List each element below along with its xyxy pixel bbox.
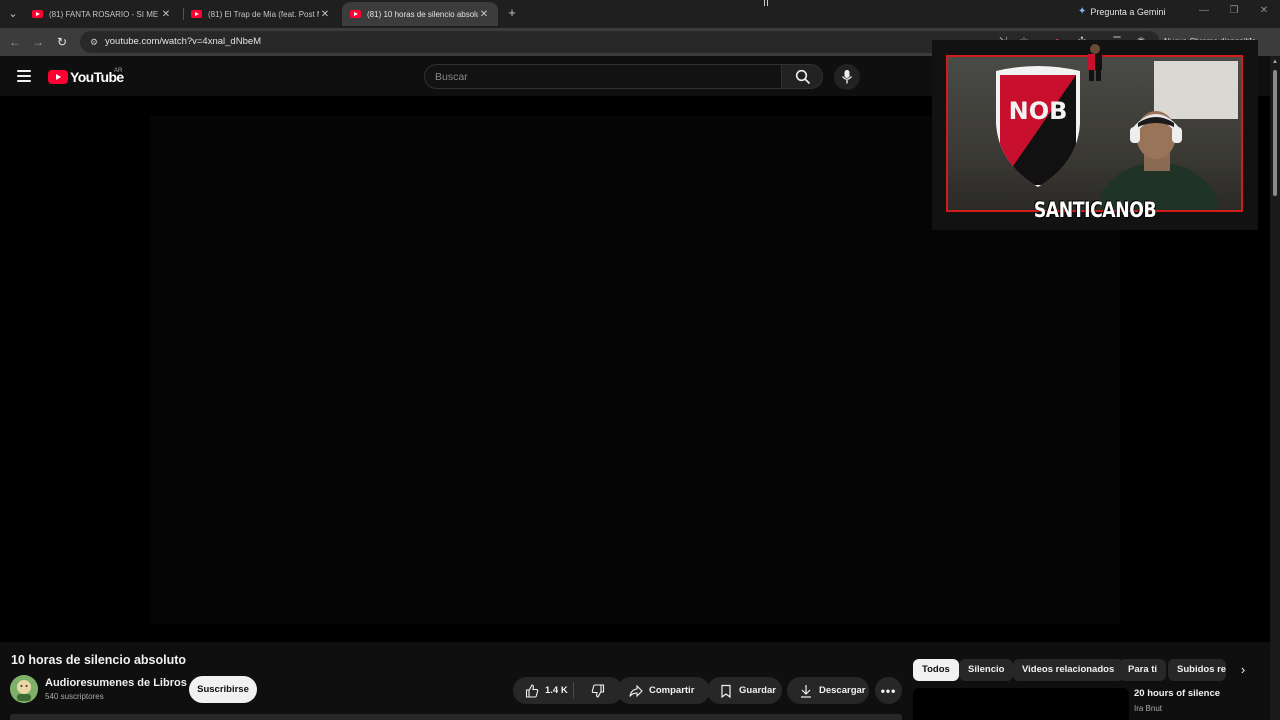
download-button[interactable]: Descargar xyxy=(787,677,869,704)
share-label: Compartir xyxy=(649,685,695,696)
youtube-favicon-icon xyxy=(350,10,361,18)
share-arrow-icon xyxy=(629,684,643,698)
nob-shield-logo: NOB xyxy=(996,66,1080,187)
recommendation-channel[interactable]: Ira Bnut xyxy=(1134,704,1162,713)
like-dislike-group: 1.4 K xyxy=(513,677,623,704)
site-info-icon[interactable]: ⚙ xyxy=(88,36,100,48)
maximize-icon[interactable]: ❐ xyxy=(1224,5,1244,16)
download-icon xyxy=(799,684,813,698)
chip-para-ti[interactable]: Para ti xyxy=(1119,659,1167,681)
channel-avatar[interactable] xyxy=(10,675,38,703)
chip-videos-relacionados[interactable]: Videos relacionados xyxy=(1013,659,1124,681)
subscribe-button[interactable]: Suscribirse xyxy=(189,676,257,703)
forward-icon[interactable]: → xyxy=(30,34,46,50)
new-tab-icon[interactable]: + xyxy=(504,5,520,21)
video-title: 10 horas de silencio absoluto xyxy=(11,653,187,667)
browser-tab-3-active[interactable]: (81) 10 horas de silencio absolu ✕ xyxy=(342,2,498,26)
search-input[interactable]: Buscar xyxy=(424,64,782,89)
youtube-favicon-icon xyxy=(191,10,202,18)
microphone-icon xyxy=(841,70,853,84)
channel-name[interactable]: Audioresumenes de Libros xyxy=(45,677,187,689)
thumbs-up-icon xyxy=(525,683,539,698)
reload-icon[interactable]: ↻ xyxy=(54,34,70,50)
like-button[interactable] xyxy=(525,683,539,698)
close-window-icon[interactable]: ✕ xyxy=(1254,5,1274,16)
minimize-icon[interactable]: — xyxy=(1194,5,1214,16)
thumbs-down-icon xyxy=(591,683,604,698)
streamer-name: SANTICANOB xyxy=(1033,198,1157,222)
webcam-overlay: NOB SANTICANOB xyxy=(932,40,1258,230)
hamburger-menu-icon[interactable] xyxy=(17,70,31,82)
download-label: Descargar xyxy=(819,685,866,696)
recommendation-thumbnail[interactable] xyxy=(913,688,1129,720)
channel-avatar-icon xyxy=(10,675,38,703)
chip-silencio[interactable]: Silencio xyxy=(959,659,1014,681)
tab-title: (81) FANTA ROSARIO - SI ME H xyxy=(49,9,160,19)
chevron-right-icon[interactable]: › xyxy=(1234,661,1252,679)
chip-todos[interactable]: Todos xyxy=(913,659,959,681)
shield-text: NOB xyxy=(1009,97,1068,125)
text-cursor-icon xyxy=(764,0,768,6)
page-scrollbar[interactable]: ▲ xyxy=(1270,56,1280,720)
gemini-sparkle-icon: ✦ xyxy=(1078,6,1087,17)
youtube-favicon-icon xyxy=(32,10,43,18)
youtube-play-icon xyxy=(48,70,68,84)
tab-title: (81) El Trap de Mia (feat. Post M xyxy=(208,9,319,19)
like-count[interactable]: 1.4 K xyxy=(545,685,568,696)
scroll-up-icon[interactable]: ▲ xyxy=(1272,59,1278,65)
browser-tab-1[interactable]: (81) FANTA ROSARIO - SI ME H ✕ xyxy=(24,2,180,26)
search-button[interactable] xyxy=(781,64,823,89)
search-icon xyxy=(795,69,811,85)
dislike-button[interactable] xyxy=(591,683,605,698)
like-divider xyxy=(573,682,574,699)
scrollbar-thumb[interactable] xyxy=(1273,70,1277,196)
description-box-edge xyxy=(10,714,902,720)
search-placeholder: Buscar xyxy=(435,71,468,83)
save-button[interactable]: Guardar xyxy=(707,677,782,704)
more-horizontal-icon: ••• xyxy=(880,683,897,698)
player-sticker-image xyxy=(1088,44,1102,81)
tab-close-icon[interactable]: ✕ xyxy=(319,9,331,20)
tab-close-icon[interactable]: ✕ xyxy=(478,9,490,20)
voice-search-button[interactable] xyxy=(834,64,860,90)
url-text: youtube.com/watch?v=4xnal_dNbeM xyxy=(105,36,262,47)
share-button[interactable]: Compartir xyxy=(617,677,710,704)
streamer-webcam-image xyxy=(1098,111,1218,210)
back-icon[interactable]: ← xyxy=(7,34,23,50)
bookmark-icon xyxy=(719,684,733,698)
more-actions-button[interactable]: ••• xyxy=(875,677,902,704)
browser-tab-2[interactable]: (81) El Trap de Mia (feat. Post M ✕ xyxy=(183,2,339,26)
region-code: AR xyxy=(114,68,123,74)
tab-title: (81) 10 horas de silencio absolu xyxy=(367,9,478,19)
chip-subidos-recientemente[interactable]: Subidos re xyxy=(1168,659,1226,681)
save-label: Guardar xyxy=(739,685,776,696)
tab-search-icon[interactable]: ⌄ xyxy=(4,6,22,22)
youtube-logo[interactable]: YouTube xyxy=(48,69,124,85)
gemini-label: Pregunta a Gemini xyxy=(1090,6,1166,17)
recommendation-title[interactable]: 20 hours of silence xyxy=(1134,688,1220,699)
subscriber-count: 540 suscriptores xyxy=(45,692,104,701)
gemini-button[interactable]: ✦ Pregunta a Gemini xyxy=(1078,6,1165,17)
browser-tab-strip: ⌄ (81) FANTA ROSARIO - SI ME H ✕ (81) El… xyxy=(0,0,1280,28)
tab-close-icon[interactable]: ✕ xyxy=(160,9,172,20)
